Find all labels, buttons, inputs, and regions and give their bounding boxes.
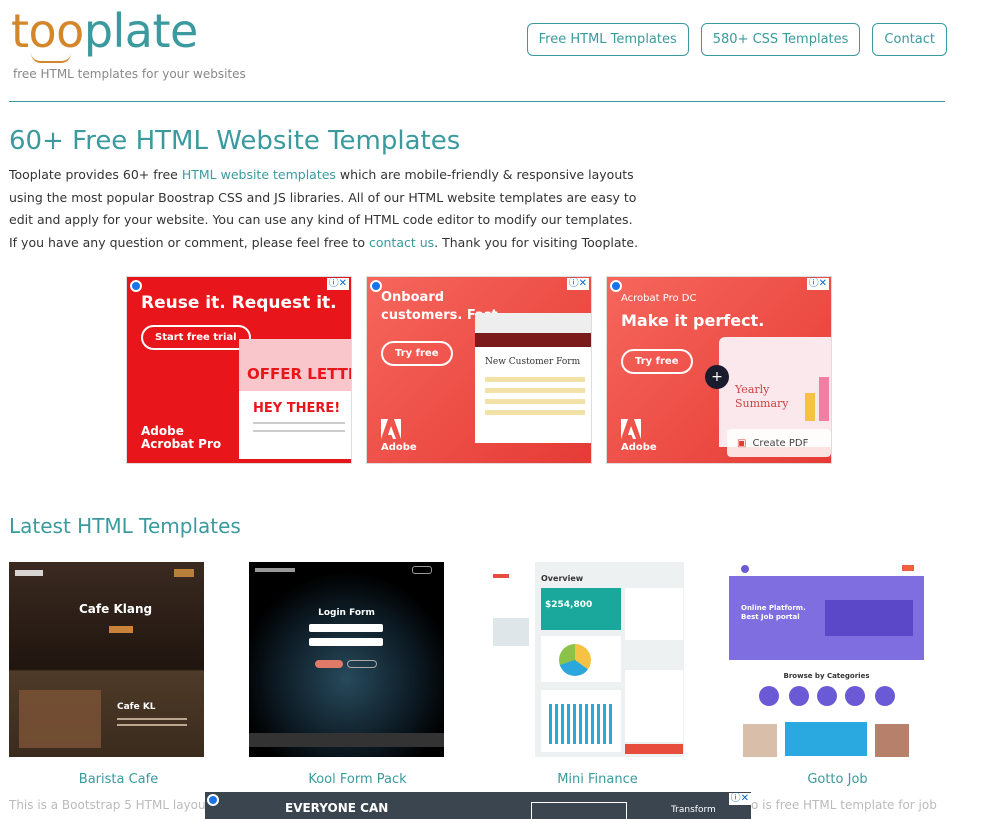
thumb-title: Overview	[541, 574, 584, 583]
intro-text-1: Tooplate provides 60+ free	[9, 167, 182, 182]
ad-offer-card: OFFER LETTE HEY THERE!	[239, 339, 352, 459]
adchoices-icon[interactable]: ⓘ✕	[326, 278, 349, 290]
header-divider	[9, 101, 945, 102]
thumb-amount: $254,800	[545, 600, 593, 610]
template-name-barista-cafe[interactable]: Barista Cafe	[21, 772, 216, 787]
adchoices-icon[interactable]: ⓘ✕	[566, 278, 589, 290]
ad-brand-line1: Adobe	[141, 423, 184, 438]
bottom-ad-banner[interactable]: EVERYONE CAN Transform ⓘ✕	[205, 792, 751, 819]
pdf-icon: ▣	[737, 437, 747, 449]
nav-css-templates[interactable]: 580+ CSS Templates	[700, 23, 861, 56]
ad-brand: Adobe	[621, 442, 657, 453]
html-templates-link[interactable]: HTML website templates	[182, 167, 336, 182]
thumb-title: Online Platform. Best Job portal	[741, 604, 806, 621]
ad-banner-1[interactable]: ⓘ✕ Reuse it. Request it. Start free tria…	[126, 276, 352, 464]
bottom-ad-tool-label: Transform	[671, 805, 716, 815]
contact-us-link[interactable]: contact us	[369, 235, 434, 250]
template-desc-gotto-job: o is free HTML template for job	[751, 798, 937, 812]
ad-create-pdf-label: Create PDF	[752, 437, 809, 449]
template-name-mini-finance[interactable]: Mini Finance	[500, 772, 695, 787]
thumb-nav	[9, 568, 204, 580]
page-title: 60+ Free HTML Website Templates	[9, 126, 461, 156]
site-tagline: free HTML templates for your websites	[13, 67, 246, 81]
template-name-gotto-job[interactable]: Gotto Job	[740, 772, 935, 787]
template-desc-barista-cafe: This is a Bootstrap 5 HTML layout fo	[9, 798, 226, 812]
ad-brand: Adobe	[381, 442, 417, 453]
ad-banner-3[interactable]: ⓘ✕ Acrobat Pro DC Make it perfect. Try f…	[606, 276, 832, 464]
thumb-title: Cafe Klang	[79, 602, 153, 616]
intro-paragraph: Tooplate provides 60+ free HTML website …	[9, 164, 639, 255]
ad-user-icon	[610, 280, 622, 292]
ad-form-title: New Customer Form	[485, 357, 581, 367]
bottom-ad-text: EVERYONE CAN	[285, 801, 389, 815]
ad-banner-2[interactable]: ⓘ✕ Onboard customers. Fast. Try free New…	[366, 276, 592, 464]
template-thumb-mini-finance[interactable]: Overview $254,800	[489, 562, 684, 757]
ad-brand: Adobe Acrobat Pro	[141, 423, 222, 451]
ad-cta-button[interactable]: Try free	[621, 349, 693, 374]
nav-free-html-templates[interactable]: Free HTML Templates	[526, 23, 689, 56]
ad-offer-line1: OFFER LETTE	[247, 365, 352, 383]
ad-offer-line2: HEY THERE!	[253, 401, 341, 416]
adchoices-icon[interactable]: ⓘ✕	[806, 278, 829, 290]
ad-form-mockup: New Customer Form	[475, 313, 591, 443]
thumb-subtitle: Browse by Categories	[783, 672, 870, 680]
ad-create-pdf-button[interactable]: ▣ Create PDF	[727, 429, 831, 457]
ad-eyebrow: Acrobat Pro DC	[621, 293, 697, 304]
ad-doc-line1: Yearly	[735, 383, 770, 396]
template-thumb-kool-form-pack[interactable]: Login Form	[249, 562, 444, 757]
ad-user-icon	[207, 794, 219, 806]
adobe-logo-icon	[381, 419, 401, 439]
ad-add-icon: +	[705, 365, 729, 389]
adobe-logo-icon	[621, 419, 641, 439]
site-logo[interactable]: tooplate	[11, 8, 198, 63]
thumb-subtitle: Cafe KL	[117, 702, 156, 712]
template-name-kool-form-pack[interactable]: Kool Form Pack	[260, 772, 455, 787]
adchoices-icon[interactable]: ⓘ✕	[728, 793, 751, 805]
logo-text-plate: plate	[83, 4, 199, 58]
ad-headline: Make it perfect.	[621, 311, 765, 330]
logo-text-too: too	[11, 4, 84, 58]
ad-doc-line2: Summary	[735, 397, 789, 410]
ad-headline: Reuse it. Request it.	[141, 293, 337, 313]
bottom-ad-selection-box	[531, 802, 627, 819]
thumb-title: Login Form	[318, 608, 375, 618]
ad-user-icon	[130, 280, 142, 292]
thumb-pie-chart	[559, 644, 591, 676]
nav-contact[interactable]: Contact	[872, 23, 947, 56]
template-thumb-barista-cafe[interactable]: Cafe Klang Cafe KL	[9, 562, 204, 757]
template-thumb-gotto-job[interactable]: Online Platform. Best Job portal Browse …	[729, 562, 924, 757]
ad-cta-button[interactable]: Try free	[381, 341, 453, 366]
top-nav: Free HTML Templates 580+ CSS Templates C…	[526, 23, 947, 56]
ad-brand-line2: Acrobat Pro	[141, 436, 222, 451]
ad-cta-button[interactable]: Start free trial	[141, 325, 251, 350]
latest-templates-heading: Latest HTML Templates	[9, 514, 241, 538]
intro-text-3: . Thank you for visiting Tooplate.	[434, 235, 639, 251]
logo-smile-icon	[31, 53, 71, 63]
